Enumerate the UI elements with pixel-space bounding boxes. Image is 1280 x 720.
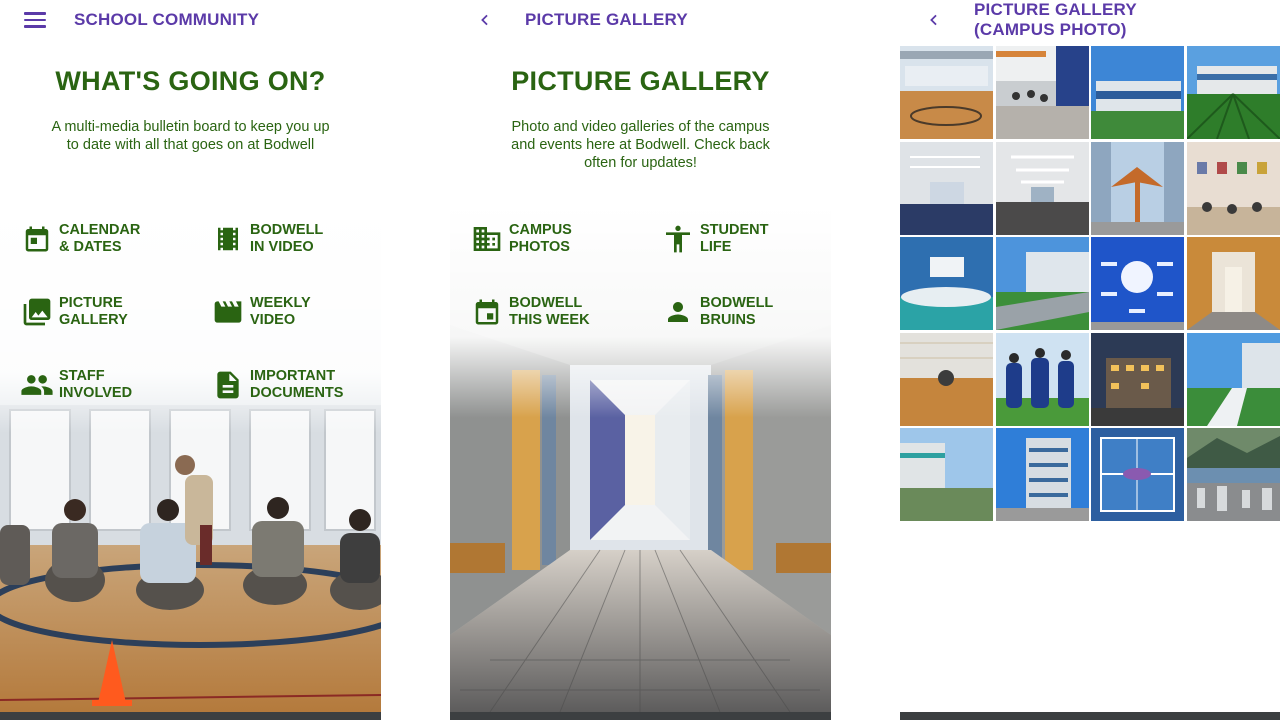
hallway-photo: [450, 205, 831, 712]
photo-thumbnail[interactable]: [1091, 428, 1184, 521]
app-bar: PICTURE GALLERY (CAMPUS PHOTO): [900, 0, 1280, 46]
bodwell-in-video-button[interactable]: BODWELL IN VIDEO: [211, 222, 323, 256]
app-bar: PICTURE GALLERY: [450, 0, 831, 40]
page-heading: WHAT'S GOING ON?: [55, 66, 326, 96]
calendar-event-icon: [470, 295, 504, 329]
gym-class-photo: [0, 205, 381, 712]
tile-label: CALENDAR & DATES: [59, 222, 141, 255]
back-arrow-icon[interactable]: [923, 9, 945, 31]
photo-thumbnail[interactable]: [900, 141, 993, 235]
tile-label: BODWELL IN VIDEO: [250, 222, 324, 255]
photo-thumbnail[interactable]: [1186, 237, 1280, 330]
photo-thumbnail[interactable]: [900, 237, 993, 330]
tile-label: BODWELL BRUINS: [700, 295, 774, 328]
photo-thumbnail[interactable]: [900, 332, 993, 426]
back-arrow-icon[interactable]: [474, 9, 496, 31]
tile-label: WEEKLY VIDEO: [250, 295, 311, 328]
staff-involved-button[interactable]: STAFF INVOLVED: [20, 368, 132, 402]
photo-thumbnail[interactable]: [995, 141, 1089, 235]
calendar-dates-button[interactable]: CALENDAR & DATES: [20, 222, 140, 256]
app-bar-title: PICTURE GALLERY: [525, 10, 688, 29]
app-bar: SCHOOL COMMUNITY: [0, 0, 381, 40]
photo-thumbnail[interactable]: [900, 428, 993, 521]
photo-thumbnail[interactable]: [1186, 46, 1280, 139]
campus-photos-button[interactable]: CAMPUS PHOTOS: [470, 222, 572, 256]
photo-thumbnail[interactable]: [1186, 428, 1280, 521]
photo-thumbnail[interactable]: [900, 46, 993, 139]
photo-thumbnail[interactable]: [995, 237, 1089, 330]
bottom-nav-bar: [0, 712, 381, 720]
photo-grid: [900, 46, 1280, 521]
tile-label: STUDENT LIFE: [700, 222, 769, 255]
photo-thumbnail[interactable]: [995, 428, 1089, 521]
photo-thumbnail[interactable]: [1091, 237, 1184, 330]
clapperboard-icon: [211, 295, 245, 329]
film-icon: [211, 222, 245, 256]
picture-gallery-screen: PICTURE GALLERY PICTURE GALLERY Photo an…: [450, 0, 831, 720]
building-icon: [470, 222, 504, 256]
page-description: A multi-media bulletin board to keep you…: [51, 119, 330, 153]
bodwell-this-week-button[interactable]: BODWELL THIS WEEK: [470, 295, 590, 329]
person-icon: [661, 222, 695, 256]
photo-thumbnail[interactable]: [1186, 141, 1280, 235]
page-description: Photo and video galleries of the campus …: [511, 119, 770, 171]
document-icon: [211, 368, 245, 402]
photo-thumbnail[interactable]: [995, 46, 1089, 139]
tile-label: CAMPUS PHOTOS: [509, 222, 572, 255]
photo-thumbnail[interactable]: [1091, 141, 1184, 235]
tile-label: STAFF INVOLVED: [59, 368, 133, 401]
important-documents-button[interactable]: IMPORTANT DOCUMENTS: [211, 368, 343, 402]
people-icon: [20, 368, 54, 402]
tile-label: IMPORTANT DOCUMENTS: [250, 368, 344, 401]
bottom-nav-bar: [900, 712, 1280, 720]
tile-label: BODWELL THIS WEEK: [509, 295, 590, 328]
bottom-nav-bar: [450, 712, 831, 720]
photo-thumbnail[interactable]: [995, 332, 1089, 426]
school-community-screen: SCHOOL COMMUNITY WHAT'S GOING ON? A mult…: [0, 0, 381, 720]
title-line-2: (CAMPUS PHOTO): [974, 20, 1127, 39]
menu-icon[interactable]: [24, 12, 46, 28]
title-line-1: PICTURE GALLERY: [974, 0, 1137, 19]
page-heading: PICTURE GALLERY: [511, 66, 770, 96]
photo-thumbnail[interactable]: [1091, 332, 1184, 426]
student-life-button[interactable]: STUDENT LIFE: [661, 222, 768, 256]
app-bar-title: PICTURE GALLERY (CAMPUS PHOTO): [974, 0, 1137, 40]
tile-label: PICTURE GALLERY: [59, 295, 128, 328]
photo-library-icon: [20, 295, 54, 329]
person-profile-icon: [661, 295, 695, 329]
photo-thumbnail[interactable]: [1091, 46, 1184, 139]
campus-photo-screen: PICTURE GALLERY (CAMPUS PHOTO): [900, 0, 1280, 720]
weekly-video-button[interactable]: WEEKLY VIDEO: [211, 295, 311, 329]
photo-thumbnail[interactable]: [1186, 332, 1280, 426]
bodwell-bruins-button[interactable]: BODWELL BRUINS: [661, 295, 773, 329]
calendar-icon: [20, 222, 54, 256]
picture-gallery-button[interactable]: PICTURE GALLERY: [20, 295, 128, 329]
app-bar-title: SCHOOL COMMUNITY: [74, 10, 260, 29]
